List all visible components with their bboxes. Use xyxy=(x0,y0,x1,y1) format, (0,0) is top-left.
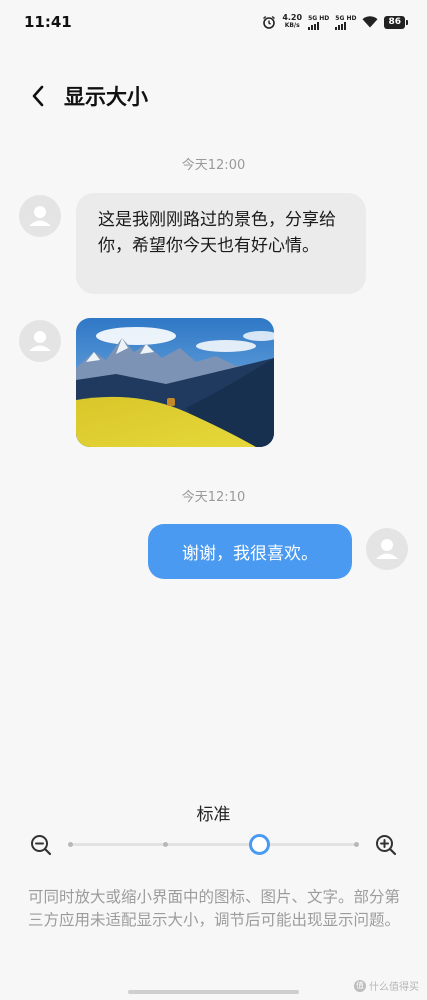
outgoing-message-bubble: 谢谢，我很喜欢。 xyxy=(148,524,352,579)
header: 显示大小 xyxy=(0,76,427,116)
size-level-label: 标准 xyxy=(196,805,231,825)
watermark-text: 什么值得买 xyxy=(369,982,419,993)
page-title: 显示大小 xyxy=(64,85,148,109)
signal-bars-icon xyxy=(335,21,347,30)
slider-step-dot[interactable] xyxy=(68,842,73,847)
sim1-signal: 5G HD xyxy=(308,15,329,30)
back-button[interactable] xyxy=(26,84,50,108)
watermark: 值 什么值得买 xyxy=(354,978,419,993)
person-icon xyxy=(376,539,398,559)
status-bar: 11:41 4.20 KB/s 5G HD 5G HD 86 xyxy=(0,0,427,44)
slider-step-dot[interactable] xyxy=(354,842,359,847)
message-timestamp: 今天12:00 xyxy=(181,158,246,173)
slider-step-dot[interactable] xyxy=(163,842,168,847)
incoming-message-bubble: 这是我刚刚路过的景色，分享给你，希望你今天也有好心情。 xyxy=(76,193,366,294)
person-icon xyxy=(29,331,51,351)
sim1-label: 5G HD xyxy=(308,14,330,22)
sim2-signal: 5G HD xyxy=(335,15,356,30)
status-time: 11:41 xyxy=(24,13,72,31)
chevron-left-icon xyxy=(32,85,44,107)
avatar xyxy=(19,195,61,237)
person-icon xyxy=(29,206,51,226)
watermark-logo-icon: 值 xyxy=(354,979,366,992)
network-speed-value: 4.20 xyxy=(282,13,303,22)
signal-bars-icon xyxy=(308,21,320,30)
landscape-image xyxy=(76,318,274,447)
avatar xyxy=(366,528,408,570)
battery-indicator: 86 xyxy=(384,15,408,29)
size-slider-track[interactable] xyxy=(70,843,358,846)
network-speed-unit: KB/s xyxy=(284,22,300,29)
display-size-note: 可同时放大或缩小界面中的图标、图片、文字。部分第三方应用未适配显示大小，调节后可… xyxy=(28,888,401,929)
message-timestamp: 今天12:10 xyxy=(181,490,246,505)
sim2-label: 5G HD xyxy=(335,14,357,22)
status-icons: 4.20 KB/s 5G HD 5G HD 86 xyxy=(262,14,408,30)
zoom-in-button[interactable] xyxy=(374,833,398,857)
alarm-icon xyxy=(263,15,276,29)
size-slider-thumb[interactable] xyxy=(249,834,270,855)
zoom-in-icon xyxy=(376,835,397,856)
shared-landscape-photo[interactable] xyxy=(76,318,274,447)
wifi-icon xyxy=(362,16,378,28)
zoom-out-button[interactable] xyxy=(29,833,53,857)
avatar xyxy=(19,320,61,362)
home-indicator[interactable] xyxy=(128,990,299,994)
network-speed: 4.20 KB/s xyxy=(282,14,302,30)
zoom-out-icon xyxy=(31,835,52,856)
